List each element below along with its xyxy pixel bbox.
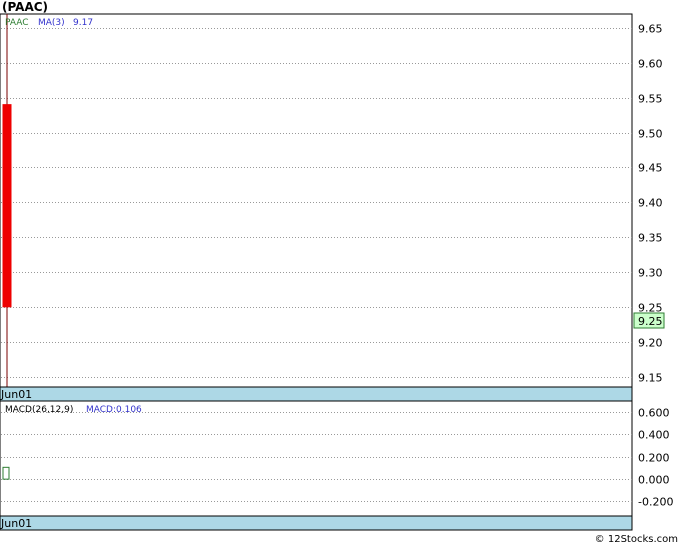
- price-axis: 9.65 9.60 9.55 9.50 9.45 9.40 9.35 9.30 9.25 9.20…: [638, 23, 663, 385]
- legend-ma-label: MA(3): [38, 18, 65, 28]
- chart-title: (PAAC): [2, 0, 48, 14]
- price-panel: 9.65 9.60 9.55 9.50 9.45 9.40 9.35 9.30 9.25 9.20…: [0, 13, 665, 402]
- price-tick-label: 9.15: [638, 372, 663, 385]
- price-date-label: Jun01: [0, 388, 32, 401]
- legend-macd-label: MACD(26,12,9): [5, 405, 73, 415]
- site-credit: © 12Stocks.com: [595, 534, 678, 545]
- macd-tick-label: 0.200: [638, 452, 670, 465]
- price-tick-label: 9.35: [638, 232, 663, 245]
- macd-panel: 0.600 0.400 0.200 0.000 -0.200 MACD(26,12,9)…: [0, 400, 673, 531]
- price-tick-label: 9.60: [638, 58, 663, 71]
- price-tick-label: 9.50: [638, 128, 663, 141]
- macd-panel-frame: [0, 400, 633, 517]
- macd-tick-label: -0.200: [638, 496, 673, 509]
- macd-date-bar: [0, 515, 633, 531]
- candle-body: [2, 104, 12, 308]
- macd-tick-label: 0.000: [638, 474, 670, 487]
- price-tick-label: 9.65: [638, 23, 663, 36]
- macd-bar: [2, 466, 10, 480]
- price-tick-label: 9.20: [638, 337, 663, 350]
- macd-bars: [2, 466, 10, 480]
- price-panel-frame: [0, 13, 633, 388]
- macd-tick-label: 0.400: [638, 429, 670, 442]
- last-price-tag: 9.25: [633, 312, 665, 329]
- price-tick-label: 9.45: [638, 162, 663, 175]
- macd-tick-label: 0.600: [638, 407, 670, 420]
- legend-symbol: PAAC: [5, 18, 29, 28]
- macd-axis: 0.600 0.400 0.200 0.000 -0.200: [638, 407, 673, 509]
- legend-ma-value: 9.17: [73, 18, 93, 28]
- price-tick-label: 9.30: [638, 267, 663, 280]
- last-price-value: 9.25: [638, 315, 663, 328]
- legend-macd-value: MACD:0.106: [86, 405, 142, 415]
- price-tick-label: 9.40: [638, 197, 663, 210]
- price-date-bar: [0, 386, 633, 402]
- macd-date-label: Jun01: [0, 517, 32, 530]
- stock-chart: (PAAC) 9.659.609.559.509.459.409.359.309…: [0, 0, 678, 545]
- price-tick-label: 9.55: [638, 93, 663, 106]
